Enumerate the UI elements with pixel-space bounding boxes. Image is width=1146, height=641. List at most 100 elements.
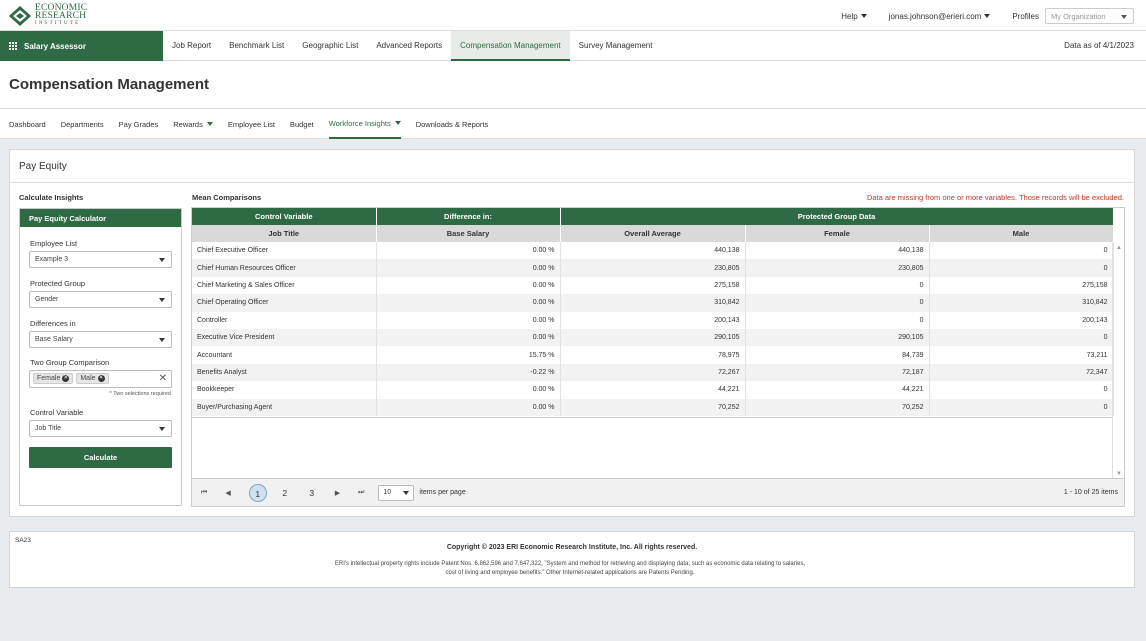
cell-base-salary-diff: 0.00 % [376,328,561,347]
cell-female: 84,739 [745,346,930,364]
differences-chevron-icon [159,338,165,342]
control-variable-select[interactable]: Job Title [29,420,172,437]
app-brand[interactable]: Salary Assessor [0,31,163,61]
page-1-button[interactable]: 1 [248,483,267,502]
table-row[interactable]: Chief Executive Officer 0.00 % 440,138 440,… [192,242,1114,260]
scroll-down-icon[interactable]: ▼ [1116,471,1122,477]
last-page-icon[interactable]: ⏭ [358,489,364,497]
top-bar: ECONOMIC RESEARCH INSTITUTE Help jonas.j… [0,0,1146,31]
remove-female-icon[interactable]: ✕ [62,375,70,382]
differences-select[interactable]: Base Salary [29,331,172,348]
app-name: Salary Assessor [24,41,86,51]
help-chevron-icon [860,14,867,18]
cell-male: 0 [929,328,1114,347]
per-page-chevron-icon [403,490,410,495]
help-menu[interactable]: Help [841,12,867,21]
control-variable-value: Job Title [35,425,62,432]
col-job-title[interactable]: Job Title [192,225,377,242]
subtab-workforce-insights-label: Workforce Insights [328,118,391,128]
app-grid-icon [9,42,17,50]
subtab-budget[interactable]: Budget [290,109,314,139]
tab-job-report[interactable]: Job Report [163,31,220,61]
page-2-button[interactable]: 2 [276,484,294,502]
table-scrollbar[interactable]: ▲ ▼ [1112,243,1124,479]
tab-compensation-management[interactable]: Compensation Management [451,31,570,61]
control-variable-label: Control Variable [30,408,84,417]
subtab-dashboard[interactable]: Dashboard [9,109,46,139]
cell-female: 70,252 [745,398,930,416]
user-menu[interactable]: jonas.johnson@erieri.com [889,12,991,21]
protected-group-select[interactable]: Gender [29,291,172,308]
tab-geographic-list[interactable]: Geographic List [293,31,367,61]
col-female[interactable]: Female [745,225,930,242]
cell-female: 440,138 [745,242,930,260]
cell-male: 200,143 [929,311,1114,329]
page-3-button[interactable]: 3 [303,484,321,502]
cell-base-salary-diff: -0.22 % [376,363,561,382]
table-row[interactable]: Chief Marketing & Sales Officer 0.00 % 275… [192,276,1114,295]
clear-selection-icon[interactable]: ✕ [159,373,167,384]
table-row[interactable]: Bookkeeper 0.00 % 44,221 44,221 0 [192,381,1114,399]
cell-job-title: Bookkeeper [192,381,377,399]
cell-female: 0 [745,294,930,312]
cell-base-salary-diff: 0.00 % [376,276,561,295]
scroll-up-icon[interactable]: ▲ [1116,245,1122,251]
two-group-label: Two Group Comparison [30,358,110,367]
table-row[interactable]: Benefits Analyst -0.22 % 72,267 72,187 72,34… [192,363,1114,382]
table-row[interactable]: Controller 0.00 % 200,143 0 200,143 [192,311,1114,329]
cell-job-title: Buyer/Purchasing Agent [192,398,377,416]
mean-comparisons-table: Control Variable Difference in: Protecte… [191,207,1125,507]
eri-logo[interactable]: ECONOMIC RESEARCH INSTITUTE [8,3,87,28]
two-group-multiselect[interactable]: Female ✕ Male ✕ ✕ [29,370,172,388]
workforce-chevron-icon [394,121,401,125]
table-row[interactable]: Chief Operating Officer 0.00 % 310,842 0 310… [192,294,1114,312]
employee-list-select[interactable]: Example 3 [29,251,172,268]
tab-survey-management[interactable]: Survey Management [570,31,662,61]
subtab-workforce-insights[interactable]: Workforce Insights [328,109,401,139]
cell-male: 0 [929,242,1114,260]
logo-line2: RESEARCH [35,11,87,21]
main-nav: Salary Assessor Job Report Benchmark Lis… [0,31,1146,61]
per-page-value: 10 [383,488,392,496]
next-page-icon[interactable]: ▶ [335,489,340,497]
subtab-rewards[interactable]: Rewards [173,109,213,139]
table-row[interactable]: Buyer/Purchasing Agent 0.00 % 70,252 70,252… [192,398,1114,416]
calculate-button[interactable]: Calculate [29,447,172,468]
cell-job-title: Chief Operating Officer [192,294,377,312]
subtab-pay-grades[interactable]: Pay Grades [119,109,159,139]
cell-overall-average: 290,105 [560,328,746,347]
subtab-employee-list-label: Employee List [227,119,275,129]
col-male[interactable]: Male [929,225,1114,242]
tab-benchmark-list[interactable]: Benchmark List [220,31,293,61]
subtab-pay-grades-label: Pay Grades [118,119,159,129]
col-overall-average[interactable]: Overall Average [560,225,746,242]
subtab-rewards-label: Rewards [173,119,203,129]
tab-advanced-reports[interactable]: Advanced Reports [367,31,451,61]
cell-job-title: Benefits Analyst [192,363,377,382]
pay-equity-calculator: Pay Equity Calculator Employee List Exam… [19,208,182,506]
subtab-employee-list[interactable]: Employee List [228,109,275,139]
cell-overall-average: 230,805 [560,259,746,277]
table-row[interactable]: Chief Human Resources Officer 0.00 % 230,8… [192,259,1114,277]
pager-range: 1 - 10 of 25 items [1063,489,1118,496]
first-page-icon[interactable]: ⏮ [201,489,207,497]
col-base-salary[interactable]: Base Salary [376,225,561,242]
subtab-dashboard-label: Dashboard [9,119,46,129]
subtab-departments[interactable]: Departments [61,109,104,139]
cell-job-title: Chief Human Resources Officer [192,259,377,277]
profiles-label: Profiles [1012,11,1039,21]
subtab-budget-label: Budget [289,119,314,129]
per-page-select[interactable]: 10 [378,484,415,501]
cell-male: 275,158 [929,276,1114,295]
title-bar: Compensation Management [0,61,1146,109]
table-row[interactable]: Accountant 15.75 % 78,975 84,739 73,211 [192,346,1114,364]
table-row[interactable]: Executive Vice President 0.00 % 290,105 290… [192,328,1114,347]
cell-male: 0 [929,398,1114,416]
prev-page-icon[interactable]: ◀ [225,489,230,497]
chip-male-label: Male [80,375,96,382]
cell-overall-average: 310,842 [560,294,746,312]
subtab-downloads-reports[interactable]: Downloads & Reports [416,109,489,139]
remove-male-icon[interactable]: ✕ [97,375,105,382]
cell-overall-average: 275,158 [560,276,746,295]
profiles-select[interactable]: My Organization [1045,8,1134,24]
